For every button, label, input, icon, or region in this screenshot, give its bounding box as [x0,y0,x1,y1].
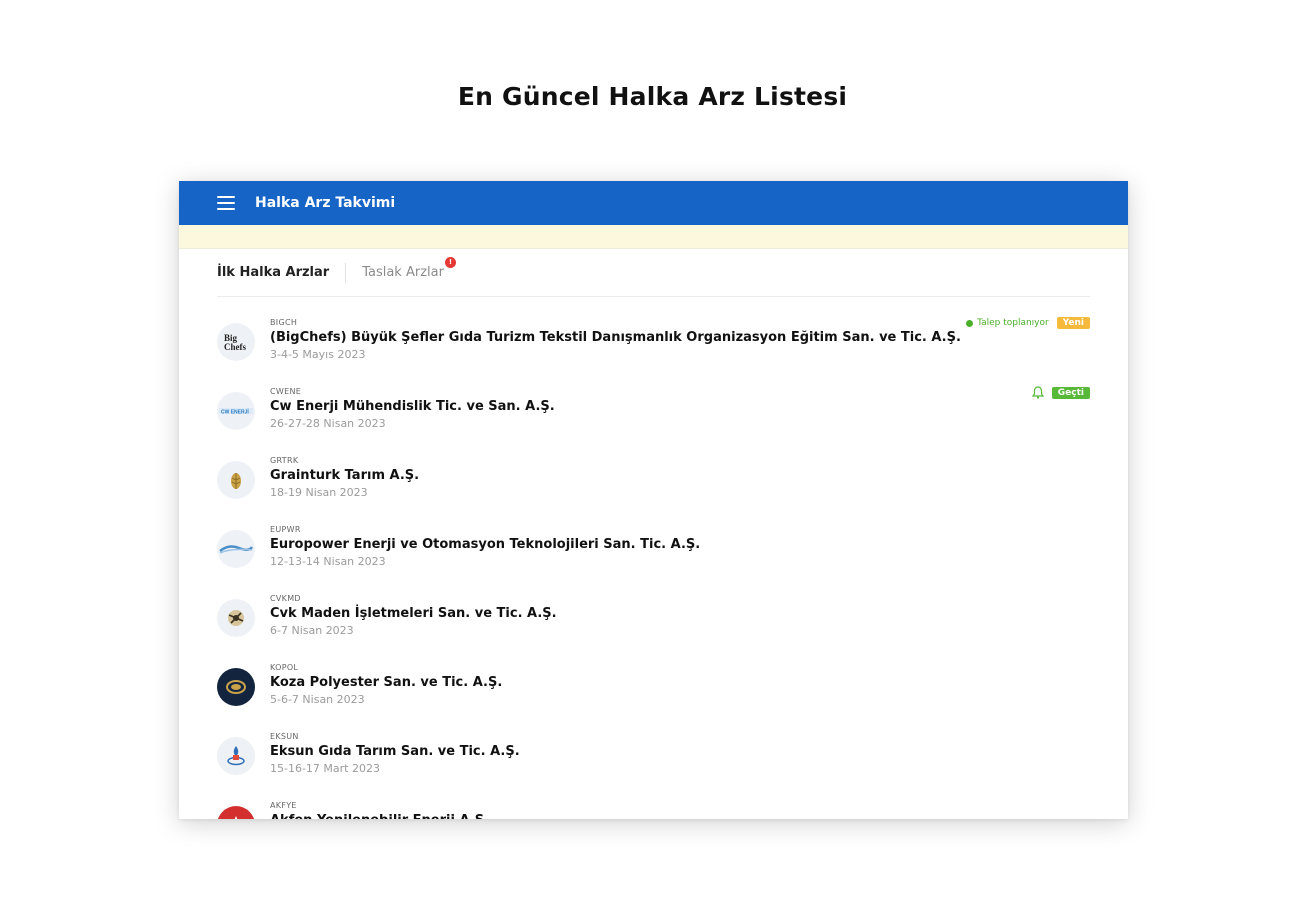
cw-enerji-logo: CW ENERJİ [219,408,253,416]
live-dot-icon [966,319,974,327]
company-name: Cvk Maden İşletmeleri San. ve Tic. A.Ş. [270,606,557,621]
svg-text:Chefs: Chefs [224,342,246,352]
company-logo [217,530,255,568]
europower-logo [219,545,253,554]
ipo-list: Big Chefs BIGCH (BigChefs) Büyük Şefler … [217,317,1090,819]
tab-bar: İlk Halka Arzlar Taslak Arzlar ! [217,249,1090,297]
past-badge: Geçti [1051,386,1090,399]
company-name: Europower Enerji ve Otomasyon Teknolojil… [270,537,701,552]
ticker-code: EUPWR [270,525,301,534]
company-name: Koza Polyester San. ve Tic. A.Ş. [270,675,503,690]
new-badge: Yeni [1056,317,1090,329]
company-logo [217,668,255,706]
tab-taslak-arzlar-label: Taslak Arzlar [362,265,444,280]
app-bar-title: Halka Arz Takvimi [255,195,396,211]
ticker-code: CVKMD [270,594,301,603]
page-title: En Güncel Halka Arz Listesi [457,82,848,111]
bigchefs-logo: Big Chefs [224,333,246,352]
tab-taslak-arzlar[interactable]: Taslak Arzlar ! [345,256,456,283]
svg-text:CW ENERJİ: CW ENERJİ [221,409,249,416]
offering-date: 6-7 Nisan 2023 [270,624,354,637]
grainturk-logo [231,473,241,489]
offering-date: 5-6-7 Nisan 2023 [270,693,365,706]
company-logo [217,806,255,819]
list-item[interactable]: KOPOL Koza Polyester San. ve Tic. A.Ş. 5… [217,662,1090,731]
company-logo: CW ENERJİ [217,392,255,430]
company-name: (BigChefs) Büyük Şefler Gıda Turizm Teks… [270,330,961,345]
list-item[interactable]: CW ENERJİ CWENE Cw Enerji Mühendislik Ti… [217,386,1090,455]
app-bar: Halka Arz Takvimi [179,181,1128,225]
akfen-logo [234,816,238,819]
app-window: Halka Arz Takvimi İlk Halka Arzlar Tasla… [179,181,1128,819]
list-item[interactable]: CVKMD Cvk Maden İşletmeleri San. ve Tic.… [217,593,1090,662]
cvk-maden-logo [228,610,244,626]
hamburger-menu-icon[interactable] [217,196,235,210]
status-group: Geçti [1031,386,1090,399]
company-logo [217,461,255,499]
tab-alert-badge: ! [444,256,456,268]
ticker-code: EKSUN [270,732,299,741]
list-item[interactable]: EKSUN Eksun Gıda Tarım San. ve Tic. A.Ş.… [217,731,1090,800]
offering-date: 12-13-14 Nisan 2023 [270,555,386,568]
company-name: Akfen Yenilenebilir Enerji A.Ş. [270,811,489,819]
offering-date: 3-4-5 Mayıs 2023 [270,348,366,361]
notice-banner [179,225,1128,249]
koza-polyester-logo [226,680,246,694]
company-logo [217,737,255,775]
ticker-code: BIGCH [270,318,298,327]
status-group: Talep toplanıyor Yeni [966,317,1090,329]
company-name: Cw Enerji Mühendislik Tic. ve San. A.Ş. [270,399,555,414]
company-name: Eksun Gıda Tarım San. ve Tic. A.Ş. [270,744,520,759]
status-text: Talep toplanıyor [977,318,1049,328]
company-name: Grainturk Tarım A.Ş. [270,468,420,483]
list-item[interactable]: AKFYE Akfen Yenilenebilir Enerji A.Ş. [217,800,1090,819]
company-logo [217,599,255,637]
bell-icon[interactable] [1031,386,1044,399]
ticker-code: KOPOL [270,663,299,672]
ticker-code: GRTRK [270,456,299,465]
offering-date: 26-27-28 Nisan 2023 [270,417,386,430]
eksun-logo [227,746,245,766]
offering-date: 18-19 Nisan 2023 [270,486,368,499]
offering-date: 15-16-17 Mart 2023 [270,762,380,775]
ticker-code: AKFYE [270,801,297,810]
tab-ilk-halka-arzlar[interactable]: İlk Halka Arzlar [217,265,345,280]
list-item[interactable]: GRTRK Grainturk Tarım A.Ş. 18-19 Nisan 2… [217,455,1090,524]
ticker-code: CWENE [270,387,302,396]
company-logo: Big Chefs [217,323,255,361]
list-item[interactable]: EUPWR Europower Enerji ve Otomasyon Tekn… [217,524,1090,593]
list-item[interactable]: Big Chefs BIGCH (BigChefs) Büyük Şefler … [217,317,1090,386]
